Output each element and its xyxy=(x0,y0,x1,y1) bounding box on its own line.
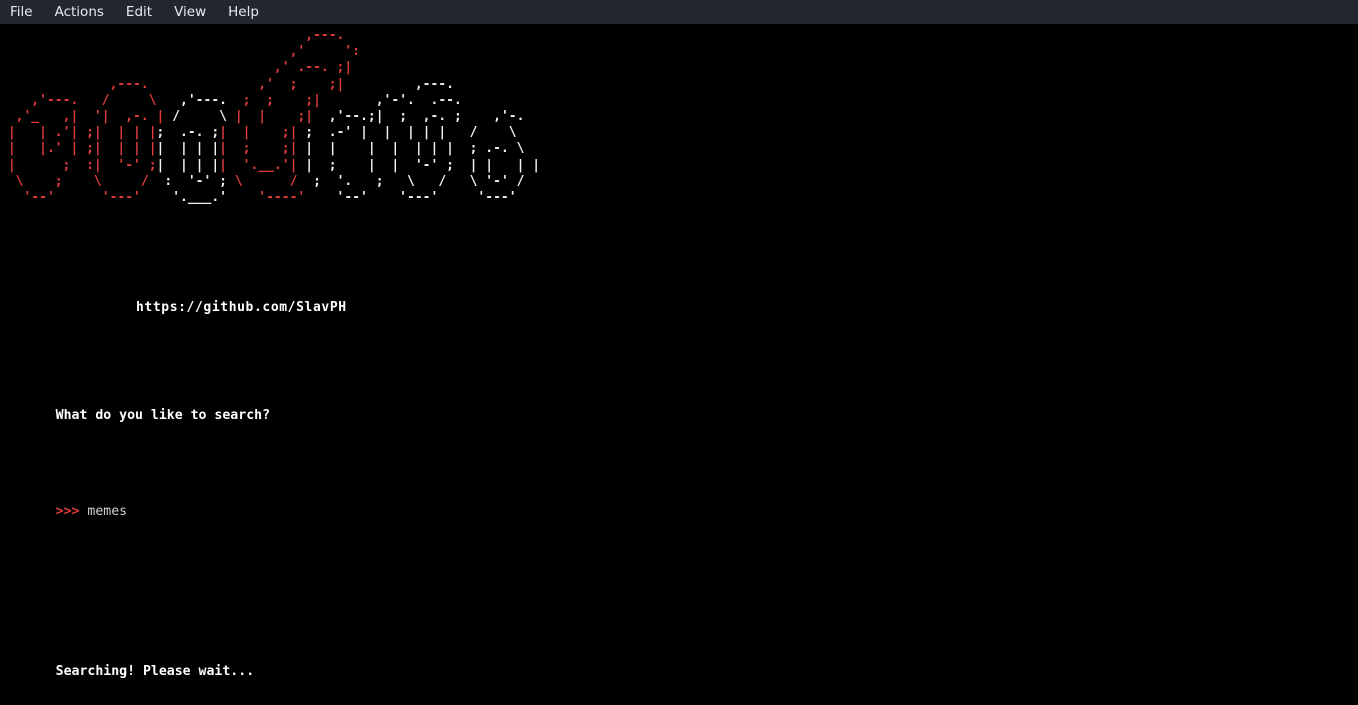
menu-edit[interactable]: Edit xyxy=(126,0,164,24)
console-output: What do you like to search? >>> memes Se… xyxy=(8,344,1348,705)
searching-status: Searching! Please wait... xyxy=(55,664,255,679)
ascii-banner: ,---. ,' ': ,' .--. ;| ,---. ,' ; ;| ,--… xyxy=(0,28,1358,315)
prompt-input-line[interactable]: >>> memes xyxy=(8,488,1348,536)
menu-help[interactable]: Help xyxy=(228,0,271,24)
ascii-art: ,---. ,' ': ,' .--. ;| ,---. ,' ; ;| ,--… xyxy=(0,28,541,206)
terminal-body[interactable]: ,---. ,' ': ,' .--. ;| ,---. ,' ; ;| ,--… xyxy=(0,24,1358,705)
search-input-value[interactable]: memes xyxy=(87,504,127,519)
menu-actions[interactable]: Actions xyxy=(55,0,116,24)
banner-github-url: https://github.com/SlavPH xyxy=(136,300,347,315)
menu-bar: File Actions Edit View Help xyxy=(0,0,1358,24)
prompt-symbol: >>> xyxy=(55,504,80,519)
searching-status-line: Searching! Please wait... xyxy=(8,648,1348,696)
prompt-question: What do you like to search? xyxy=(55,408,271,423)
menu-view[interactable]: View xyxy=(174,0,218,24)
prompt-question-line: What do you like to search? xyxy=(8,392,1348,440)
menu-file[interactable]: File xyxy=(10,0,45,24)
